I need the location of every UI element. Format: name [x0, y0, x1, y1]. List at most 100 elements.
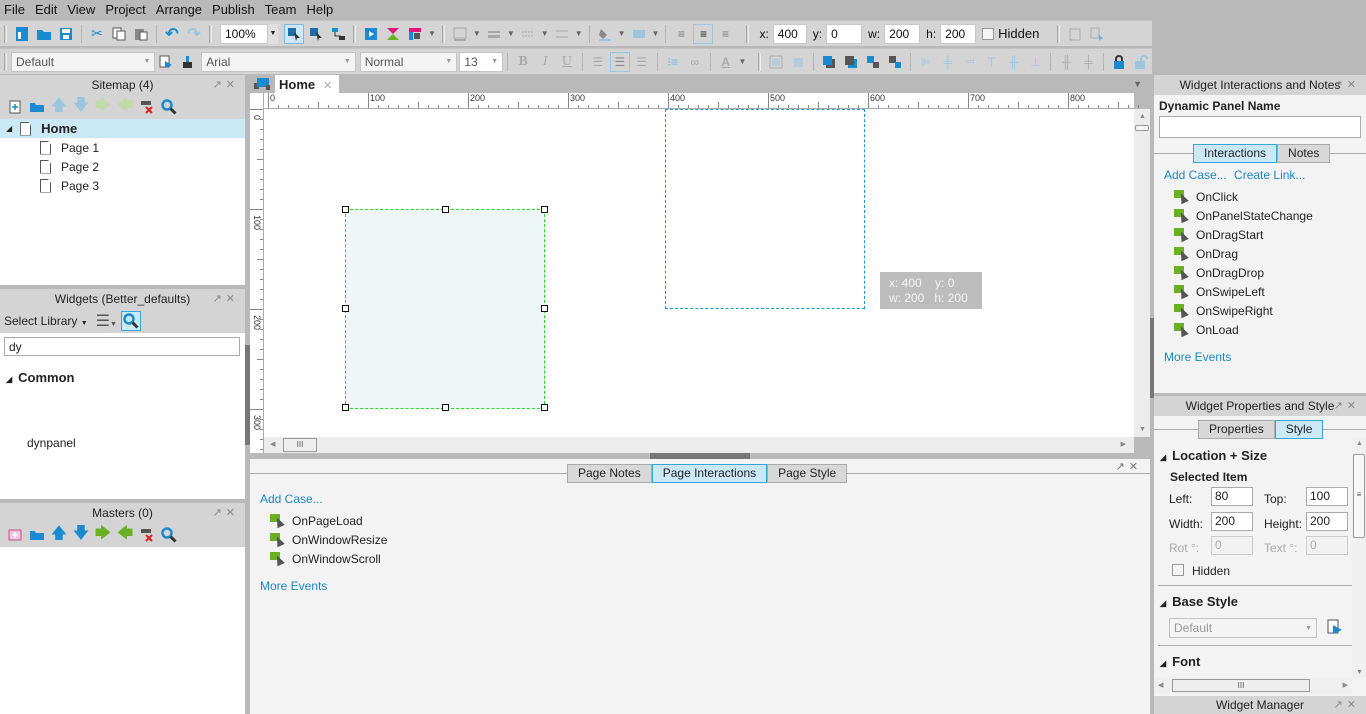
publish-icon[interactable]	[383, 24, 403, 44]
align-right-edges-icon[interactable]: ⫤	[960, 52, 980, 72]
event-onwindowscroll[interactable]: OnWindowScroll	[270, 549, 387, 568]
menu-file[interactable]: File	[4, 2, 25, 17]
tab-interactions[interactable]: Interactions	[1193, 144, 1278, 163]
resize-handle-s[interactable]	[442, 404, 449, 411]
distribute-vertical-icon[interactable]: ╪	[1078, 52, 1098, 72]
dynamic-panel-selected[interactable]	[345, 209, 545, 409]
event-onpanelstatechange[interactable]: OnPanelStateChange	[1174, 206, 1313, 225]
w-input[interactable]: 200	[884, 23, 921, 44]
design-canvas[interactable]: x: 400 y: 0 w: 200 h: 200	[264, 109, 1134, 437]
panel-controls[interactable]: ↗✕	[1116, 460, 1142, 473]
toolbar-grip[interactable]	[4, 24, 7, 43]
search-icon[interactable]	[159, 97, 179, 117]
event-onload[interactable]: OnLoad	[1174, 320, 1313, 339]
tab-home[interactable]: Home ✕	[275, 75, 339, 93]
panel-controls[interactable]: ↗✕	[1334, 396, 1360, 416]
resize-handle-w[interactable]	[342, 305, 349, 312]
y-input[interactable]: 0	[826, 23, 863, 44]
preview-icon[interactable]	[361, 24, 381, 44]
align-center-icon[interactable]: ☰	[609, 51, 630, 72]
align-bottom-edges-icon[interactable]: ⊥	[1026, 52, 1046, 72]
generate-icon[interactable]	[405, 24, 425, 44]
width-input[interactable]: 200	[1211, 512, 1253, 531]
menu-icon[interactable]: ☰▼	[96, 311, 117, 331]
undo-icon[interactable]: ↶	[162, 24, 182, 44]
menu-project[interactable]: Project	[105, 2, 145, 17]
sitemap-item-home[interactable]: ◢ Home	[0, 119, 245, 138]
align-left-icon[interactable]: ☰	[588, 52, 608, 72]
tab-page-interactions[interactable]: Page Interactions	[651, 464, 768, 483]
align-middle-icon[interactable]: ≡	[693, 23, 714, 44]
base-style-select[interactable]: Default ▼	[1169, 618, 1317, 638]
top-input[interactable]: 100	[1306, 487, 1348, 506]
event-ondrag[interactable]: OnDrag	[1174, 244, 1313, 263]
properties-vertical-scrollbar[interactable]: ▲ ≡ ▼	[1352, 438, 1366, 678]
font-color-icon[interactable]: A	[716, 52, 736, 72]
add-case-link[interactable]: Add Case...	[1164, 168, 1227, 182]
font-size-select[interactable]: 13 ▼	[459, 51, 504, 72]
add-folder-icon[interactable]	[27, 525, 47, 545]
line-thickness-icon[interactable]	[484, 24, 504, 44]
menu-publish[interactable]: Publish	[212, 2, 255, 17]
panel-controls[interactable]: ↗✕	[213, 503, 239, 523]
fill-color-icon[interactable]	[595, 24, 615, 44]
event-onwindowresize[interactable]: OnWindowResize	[270, 530, 387, 549]
style-editor-icon[interactable]	[1327, 619, 1343, 638]
align-top-edges-icon[interactable]: ⊤	[982, 52, 1002, 72]
zoom-select[interactable]: 100%	[220, 23, 268, 44]
delete-icon[interactable]	[137, 525, 157, 545]
widget-item-dynpanel[interactable]: dynpanel	[27, 436, 76, 450]
import-icon[interactable]	[1065, 24, 1085, 44]
shadow-icon[interactable]	[629, 24, 649, 44]
create-link-link[interactable]: Create Link...	[1234, 168, 1305, 182]
event-ondragstart[interactable]: OnDragStart	[1174, 225, 1313, 244]
new-file-icon[interactable]	[12, 24, 32, 44]
font-family-select[interactable]: Arial ▼	[201, 51, 356, 72]
align-top-icon[interactable]: ≡	[671, 24, 691, 44]
move-down-icon[interactable]: 🡇	[71, 97, 91, 117]
bullet-list-icon[interactable]: ⁝≡	[663, 52, 683, 72]
align-bottom-icon[interactable]: ≡	[715, 24, 735, 44]
zoom-dropdown-arrow[interactable]: ▼	[268, 23, 278, 44]
select-library-dropdown[interactable]: Select Library ▼	[4, 314, 88, 328]
properties-scroll-thumb[interactable]: ≡	[1353, 454, 1365, 538]
rotation-input[interactable]: 0	[1211, 536, 1253, 555]
move-up-icon[interactable]: 🡅	[49, 525, 69, 545]
export-icon[interactable]	[1087, 24, 1107, 44]
x-input[interactable]: 400	[772, 23, 807, 44]
widget-search-input[interactable]: dy	[4, 337, 240, 356]
tab-page-style[interactable]: Page Style	[767, 464, 848, 483]
align-center-icon-2[interactable]: ╪	[938, 52, 958, 72]
delete-icon[interactable]	[137, 97, 157, 117]
search-icon[interactable]	[159, 525, 179, 545]
bold-button[interactable]: B	[513, 52, 533, 72]
event-onpageload[interactable]: OnPageLoad	[270, 511, 387, 530]
style-select[interactable]: Default ▼	[11, 51, 156, 72]
dynamic-panel-placeholder[interactable]	[665, 109, 865, 309]
horizontal-scrollbar[interactable]: ◀ III ▶	[264, 437, 1134, 453]
lock-icon[interactable]	[1109, 52, 1129, 72]
more-events-link[interactable]: More Events	[1164, 350, 1231, 364]
h-input[interactable]: 200	[940, 23, 977, 44]
menu-edit[interactable]: Edit	[35, 2, 57, 17]
event-ondragdrop[interactable]: OnDragDrop	[1174, 263, 1313, 282]
resize-handle-e[interactable]	[541, 305, 548, 312]
hidden-checkbox[interactable]	[982, 27, 995, 40]
event-onswiperight[interactable]: OnSwipeRight	[1174, 301, 1313, 320]
menu-view[interactable]: View	[67, 2, 95, 17]
horizontal-scroll-thumb[interactable]: III	[283, 438, 317, 452]
vertical-scrollbar[interactable]: ▲ ▼	[1134, 109, 1150, 437]
resize-handle-se[interactable]	[541, 404, 548, 411]
more-events-link[interactable]: More Events	[260, 579, 327, 593]
send-to-back-icon[interactable]	[841, 52, 861, 72]
selection-mode-contain-icon[interactable]	[306, 24, 326, 44]
font-weight-select[interactable]: Normal ▼	[359, 51, 458, 72]
sitemap-item-page2[interactable]: Page 2	[0, 157, 245, 176]
align-middle-edges-icon[interactable]: ╫	[1004, 52, 1024, 72]
resize-handle-nw[interactable]	[342, 206, 349, 213]
panel-controls[interactable]: ↗✕	[1334, 696, 1360, 714]
group-icon[interactable]	[766, 52, 786, 72]
copy-icon[interactable]	[109, 24, 129, 44]
close-tab-icon[interactable]: ✕	[323, 80, 332, 92]
text-rotation-input[interactable]: 0	[1306, 536, 1348, 555]
